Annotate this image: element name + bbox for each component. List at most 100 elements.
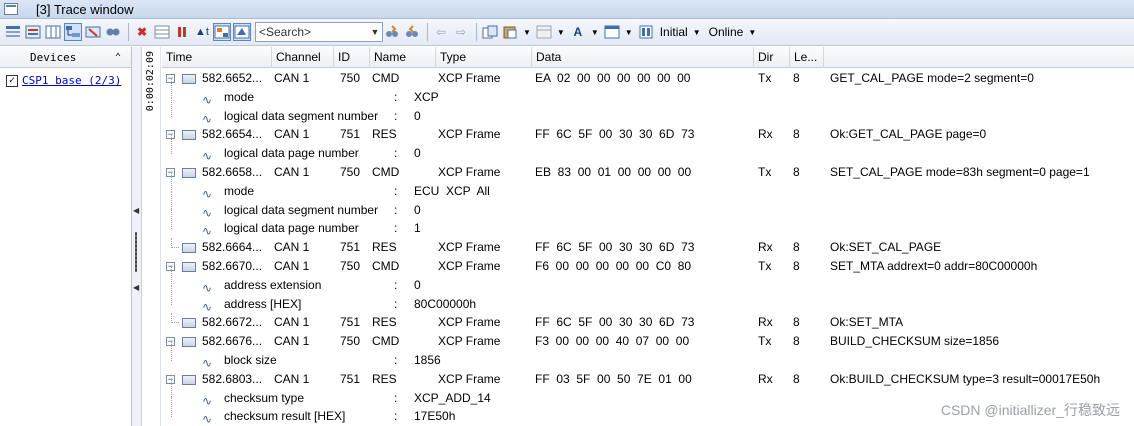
columns-icon[interactable] <box>44 23 62 41</box>
back-icon[interactable]: ⇦ <box>432 23 450 41</box>
signal-value: XCP <box>414 89 439 104</box>
filter-icon[interactable] <box>4 23 22 41</box>
trace-message-row[interactable]: −582.6803... CAN 1 751 RES XCP Frame FF 03 5F… <box>162 370 1134 389</box>
message-frame-icon <box>182 318 196 329</box>
cell-time: 582.6658... <box>202 165 263 179</box>
panel-splitter[interactable]: ◀ ◀ <box>132 47 142 426</box>
signal-separator: : <box>394 146 398 161</box>
cell-id: 750 <box>340 259 361 273</box>
column-header-dir[interactable]: Dir <box>754 47 790 68</box>
cell-channel: CAN 1 <box>274 315 310 330</box>
trace-signal-row[interactable]: ∿ block size:1856 <box>162 341 1134 370</box>
cell-data: F3 00 00 00 40 07 00 00 <box>535 334 690 349</box>
device-item[interactable]: ✓ CSP1 base (2/3) <box>0 68 131 87</box>
window-title-bar: [3] Trace window <box>0 0 1134 19</box>
message-frame-icon <box>182 243 196 254</box>
tree-icon[interactable] <box>64 23 82 41</box>
pause-icon[interactable] <box>173 23 191 41</box>
delete-icon[interactable]: ✖ <box>133 23 151 41</box>
column-header-type[interactable]: Type <box>436 47 532 68</box>
trace-message-row[interactable]: −582.6676... CAN 1 750 CMD XCP Frame F3 00 00… <box>162 332 1134 351</box>
layout-icon[interactable] <box>535 23 553 41</box>
copy-icon[interactable] <box>481 23 499 41</box>
detail-view-icon[interactable] <box>213 23 231 41</box>
signal-separator: : <box>394 202 398 217</box>
font-icon[interactable]: A <box>569 23 587 41</box>
paste-dropdown-icon[interactable]: ▼ <box>523 28 531 37</box>
signal-name: logical data segment number <box>224 202 379 217</box>
trace-signal-row[interactable]: ∿ address [HEX]:80C00000h <box>162 284 1134 314</box>
cell-id: 750 <box>340 71 361 85</box>
devices-header: Devices ⌃ <box>0 47 131 68</box>
signal-separator: : <box>394 277 398 292</box>
collapse-left-icon[interactable]: ◀ <box>133 206 139 215</box>
device-link[interactable]: CSP1 base (2/3) <box>22 74 121 87</box>
find-icon[interactable] <box>104 23 122 41</box>
signal-value: ECU XCP All <box>414 183 490 198</box>
device-checkbox[interactable]: ✓ <box>6 74 18 87</box>
trace-message-row[interactable]: −582.6670... CAN 1 750 CMD XCP Frame F6 00 00… <box>162 257 1134 276</box>
column-header-time[interactable]: Time <box>162 47 272 68</box>
tree-line <box>171 397 172 418</box>
collapse-up-icon[interactable]: ⌃ <box>115 52 121 63</box>
search-prev-icon[interactable] <box>403 23 421 41</box>
trace-message-row[interactable]: 582.6672... CAN 1 751 RES XCP Frame FF 6C 5F … <box>162 313 1134 332</box>
column-header-data[interactable]: Data <box>532 47 754 68</box>
trace-signal-row[interactable]: ∿ mode: ECU XCP All <box>162 171 1134 201</box>
trace-message-row[interactable]: 582.6664... CAN 1 751 RES XCP Frame FF 6C 5F … <box>162 238 1134 257</box>
grid-icon[interactable] <box>153 23 171 41</box>
cell-channel: CAN 1 <box>274 334 310 349</box>
trace-signal-row[interactable]: ∿ logical data page number:0 <box>162 134 1134 163</box>
font-dropdown-icon[interactable]: ▼ <box>591 28 599 37</box>
layout-dropdown-icon[interactable]: ▼ <box>557 28 565 37</box>
signal-value: 0 <box>414 108 421 123</box>
column-header-channel[interactable]: Channel <box>272 47 334 68</box>
trace-signal-row[interactable]: ∿ logical data segment number:0 <box>162 190 1134 220</box>
cell-dir: Rx <box>758 240 773 255</box>
signal-separator: : <box>394 409 398 424</box>
message-frame-icon <box>182 168 196 178</box>
forward-icon[interactable]: ⇨ <box>452 23 470 41</box>
window-icon[interactable] <box>603 23 621 41</box>
cell-channel: CAN 1 <box>274 259 310 273</box>
online-dropdown-icon[interactable]: ▼ <box>748 28 756 37</box>
initial-dropdown-icon[interactable]: ▼ <box>693 28 701 37</box>
clear-icon[interactable] <box>84 23 102 41</box>
initial-label[interactable]: Initial <box>660 25 688 39</box>
column-header-id[interactable]: ID <box>334 47 370 68</box>
signal-separator: : <box>394 221 398 236</box>
trace-signal-row[interactable]: ∿ logical data page number:1 <box>162 209 1134 238</box>
time-axis: 0:00:02:09 <box>143 47 161 426</box>
paste-icon[interactable] <box>501 23 519 41</box>
search-next-icon[interactable] <box>383 23 401 41</box>
cell-length: 8 <box>793 127 800 142</box>
cell-time: 582.6670... <box>202 259 263 273</box>
trace-message-row[interactable]: −582.6658... CAN 1 750 CMD XCP Frame EB 83 00… <box>162 163 1134 182</box>
window-dropdown-icon[interactable]: ▼ <box>625 28 633 37</box>
cell-info: BUILD_CHECKSUM size=1856 <box>830 334 1000 349</box>
trace-message-row[interactable]: −582.6654... CAN 1 751 RES XCP Frame FF 6C 5F… <box>162 125 1134 144</box>
chevron-down-icon[interactable]: ▼ <box>368 27 382 37</box>
tree-line <box>171 284 172 305</box>
initial-icon[interactable] <box>637 23 655 41</box>
toolbar-separator <box>128 23 129 41</box>
online-label[interactable]: Online <box>709 25 744 39</box>
format-icon[interactable] <box>24 23 42 41</box>
highlight-icon[interactable] <box>233 23 251 41</box>
grid-header: Time Channel ID Name Type Data Dir Le... <box>162 47 1134 68</box>
trace-signal-row[interactable]: ∿ mode: XCP <box>162 77 1134 107</box>
search-combobox[interactable]: <Search> ▼ <box>255 22 383 42</box>
trace-signal-row[interactable]: ∿ address extension:0 <box>162 265 1134 295</box>
trace-signal-row[interactable]: ∿ logical data segment number:0 <box>162 96 1134 126</box>
search-input[interactable]: <Search> <box>259 25 311 39</box>
time-icon[interactable]: ▲t <box>193 23 211 41</box>
message-frame-icon <box>182 337 196 348</box>
collapse-left-icon[interactable]: ◀ <box>133 283 139 292</box>
signal-name: logical data page number <box>224 221 359 236</box>
trace-message-row[interactable]: −582.6652... CAN 1 750 CMD XCP Frame EA 02 00… <box>162 69 1134 88</box>
splitter-grip[interactable] <box>135 232 137 272</box>
tree-line <box>171 134 172 155</box>
column-header-name[interactable]: Name <box>370 47 436 68</box>
column-header-length[interactable]: Le... <box>790 47 824 68</box>
signal-separator: : <box>394 89 398 104</box>
